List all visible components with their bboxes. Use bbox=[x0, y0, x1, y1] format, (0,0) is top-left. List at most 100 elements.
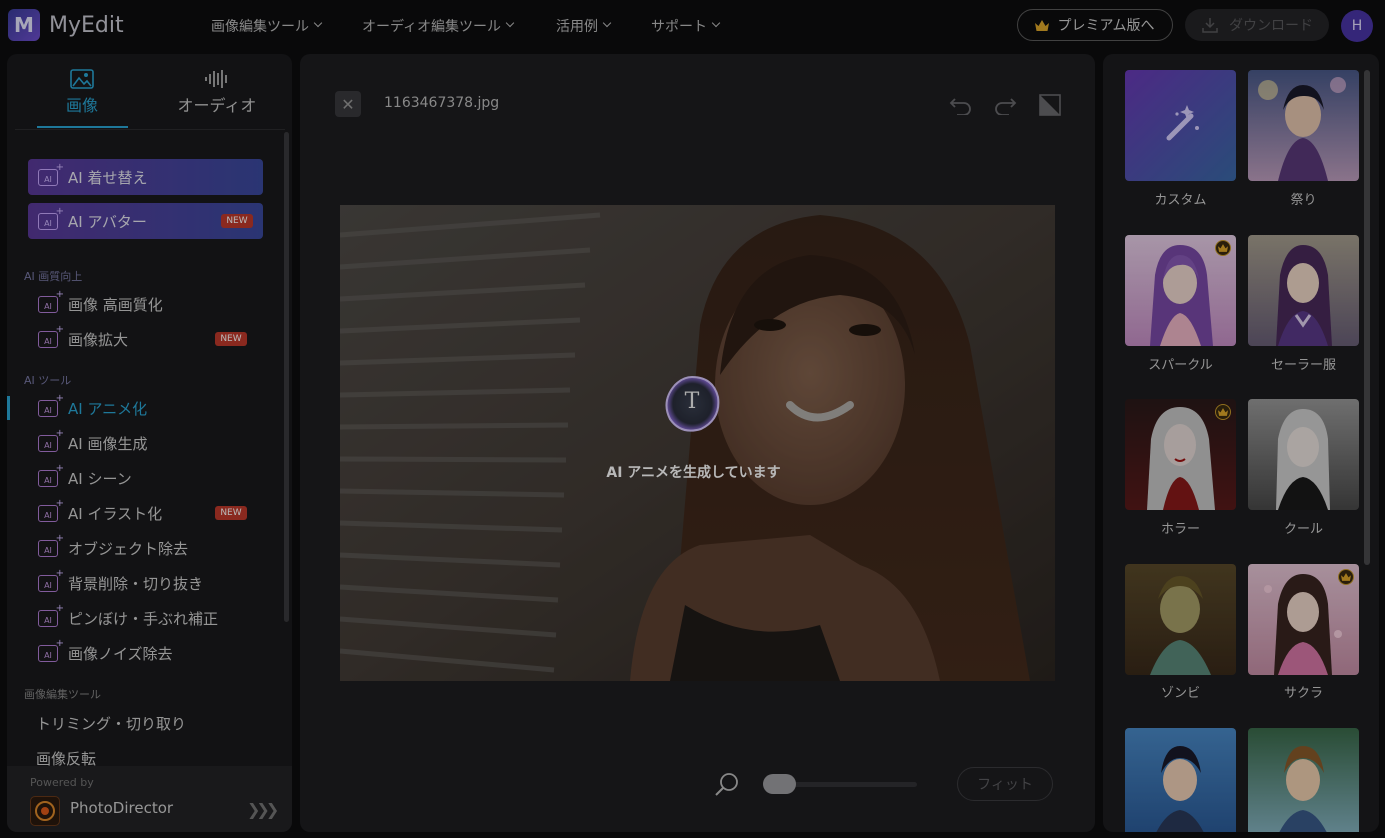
close-icon[interactable]: ✕ bbox=[335, 91, 361, 117]
menu-label: AI イラスト化 bbox=[68, 504, 163, 523]
style-label: カスタム bbox=[1154, 193, 1207, 208]
file-name: 1163467378.jpg bbox=[384, 95, 500, 111]
menu-label: AI シーン bbox=[68, 469, 132, 488]
zoom-slider-thumb[interactable] bbox=[763, 774, 796, 794]
style-card-row5-a[interactable] bbox=[1125, 728, 1236, 832]
anime-male-thumbnail bbox=[1156, 746, 1204, 832]
menu-item-ai-scene[interactable]: AIAI シーン bbox=[7, 463, 277, 493]
menu-label: AI アニメ化 bbox=[68, 399, 148, 418]
media-tabs: 画像 オーディオ bbox=[7, 54, 292, 130]
menu-item-upscale[interactable]: AI画像拡大 NEW bbox=[7, 324, 277, 354]
premium-crown-icon bbox=[1215, 404, 1231, 420]
nav-image-tools[interactable]: 画像編集ツール bbox=[211, 0, 323, 52]
tab-image[interactable]: 画像 bbox=[27, 66, 137, 116]
top-bar: M MyEdit 画像編集ツール オーディオ編集ツール 活用例 サポート プレミ… bbox=[0, 0, 1385, 52]
ai-sparkle-icon: AI bbox=[38, 568, 64, 592]
premium-crown-icon bbox=[1338, 569, 1354, 585]
menu-label: 画像 高画質化 bbox=[68, 295, 163, 314]
feature-label: AI アバター bbox=[68, 212, 147, 231]
photodirector-logo-icon bbox=[30, 796, 60, 826]
editor-canvas: ✕ 1163467378.jpg T AI アニメを生成しています フィット bbox=[300, 54, 1095, 832]
nav-use-cases[interactable]: 活用例 bbox=[556, 0, 612, 52]
menu-item-ai-anime[interactable]: AIAI アニメ化 bbox=[7, 393, 277, 423]
spinner-letter: T bbox=[684, 389, 700, 414]
ai-sparkle-icon: AI bbox=[38, 498, 64, 522]
premium-crown-icon bbox=[1215, 240, 1231, 256]
menu-item-enhance[interactable]: AI画像 高画質化 bbox=[7, 289, 277, 319]
ai-sparkle-icon: AI bbox=[38, 324, 64, 348]
style-scrollbar[interactable] bbox=[1364, 70, 1370, 565]
ai-outfit-button[interactable]: AI AI 着せ替え bbox=[28, 159, 263, 195]
style-card-horror[interactable] bbox=[1125, 399, 1236, 510]
download-button[interactable]: ダウンロード bbox=[1185, 9, 1329, 41]
menu-item-object-removal[interactable]: AIオブジェクト除去 bbox=[7, 533, 277, 563]
ai-sparkle-icon: AI bbox=[38, 393, 64, 417]
style-label: ホラー bbox=[1160, 522, 1200, 537]
tab-image-label: 画像 bbox=[65, 96, 98, 115]
menu-item-denoise[interactable]: AI画像ノイズ除去 bbox=[7, 638, 277, 668]
style-card-sailor[interactable] bbox=[1248, 235, 1359, 346]
powered-by-label: Powered by bbox=[30, 776, 94, 789]
menu-label: 画像拡大 bbox=[68, 330, 129, 349]
style-card-sakura[interactable] bbox=[1248, 564, 1359, 675]
style-card-festival[interactable] bbox=[1248, 70, 1359, 181]
menu-item-crop[interactable]: トリミング・切り取り bbox=[36, 713, 186, 734]
fit-button[interactable]: フィット bbox=[957, 767, 1053, 801]
section-heading: 画像編集ツール bbox=[24, 688, 101, 701]
style-card-row5-b[interactable] bbox=[1248, 728, 1359, 832]
new-badge: NEW bbox=[215, 506, 247, 520]
nav-label: オーディオ編集ツール bbox=[362, 19, 502, 35]
menu-item-ai-image-gen[interactable]: AIAI 画像生成 bbox=[7, 428, 277, 458]
ai-sparkle-icon: AI bbox=[38, 162, 64, 186]
ai-sparkle-icon: AI bbox=[38, 533, 64, 557]
app-logo[interactable]: M MyEdit bbox=[8, 9, 124, 41]
compare-icon[interactable] bbox=[1037, 92, 1063, 118]
tab-audio-label: オーディオ bbox=[177, 96, 257, 115]
active-tab-indicator bbox=[37, 126, 128, 128]
cool-anime-thumbnail bbox=[1276, 409, 1330, 510]
image-icon bbox=[70, 69, 94, 89]
powered-by-panel[interactable]: Powered by PhotoDirector ❯❯❯ bbox=[7, 766, 292, 832]
nav-label: サポート bbox=[651, 19, 707, 35]
menu-label: 背景削除・切り抜き bbox=[68, 574, 204, 593]
ai-sparkle-icon: AI bbox=[38, 463, 64, 487]
chevron-down-icon bbox=[602, 18, 612, 28]
undo-icon[interactable] bbox=[948, 92, 974, 118]
nav-support[interactable]: サポート bbox=[651, 0, 721, 52]
style-label: ゾンビ bbox=[1160, 686, 1200, 701]
menu-label: 画像ノイズ除去 bbox=[68, 644, 173, 663]
premium-button[interactable]: プレミアム版へ bbox=[1017, 9, 1173, 41]
menu-item-bg-removal[interactable]: AI背景削除・切り抜き bbox=[7, 568, 277, 598]
sailor-anime-thumbnail bbox=[1276, 245, 1332, 346]
style-panel: カスタム 祭り スパークル セーラー服 ホラー クール ゾンビ サクラ bbox=[1103, 54, 1379, 832]
divider bbox=[15, 129, 285, 130]
menu-item-ai-illustration[interactable]: AIAI イラスト化 NEW bbox=[7, 498, 277, 528]
chevron-down-icon bbox=[505, 18, 515, 28]
section-heading: AI 画質向上 bbox=[24, 270, 83, 283]
ai-sparkle-icon: AI bbox=[38, 428, 64, 452]
nav-audio-tools[interactable]: オーディオ編集ツール bbox=[362, 0, 515, 52]
product-name: PhotoDirector bbox=[70, 799, 174, 817]
menu-label: ピンぼけ・手ぶれ補正 bbox=[68, 609, 219, 628]
user-avatar[interactable]: H bbox=[1341, 10, 1373, 42]
premium-label: プレミアム版へ bbox=[1057, 18, 1155, 34]
style-card-sparkle[interactable] bbox=[1125, 235, 1236, 346]
app-name: MyEdit bbox=[49, 12, 124, 38]
zoom-icon[interactable] bbox=[714, 771, 740, 797]
magic-wand-icon bbox=[1166, 105, 1199, 141]
menu-label: オブジェクト除去 bbox=[68, 539, 189, 558]
style-card-cool[interactable] bbox=[1248, 399, 1359, 510]
download-icon bbox=[1202, 18, 1218, 33]
sidebar-scrollbar[interactable] bbox=[284, 132, 289, 622]
tab-audio[interactable]: オーディオ bbox=[162, 66, 272, 116]
anime-male-thumbnail bbox=[1279, 746, 1327, 832]
ai-avatar-button[interactable]: AI AI アバター NEW bbox=[28, 203, 263, 239]
menu-item-deblur[interactable]: AIピンぼけ・手ぶれ補正 bbox=[7, 603, 277, 633]
style-card-custom[interactable] bbox=[1125, 70, 1236, 181]
style-label: 祭り bbox=[1290, 193, 1317, 208]
style-card-zombie[interactable] bbox=[1125, 564, 1236, 675]
download-label: ダウンロード bbox=[1229, 18, 1313, 34]
new-badge: NEW bbox=[221, 214, 253, 228]
ai-sparkle-icon: AI bbox=[38, 638, 64, 662]
redo-icon[interactable] bbox=[992, 92, 1018, 118]
